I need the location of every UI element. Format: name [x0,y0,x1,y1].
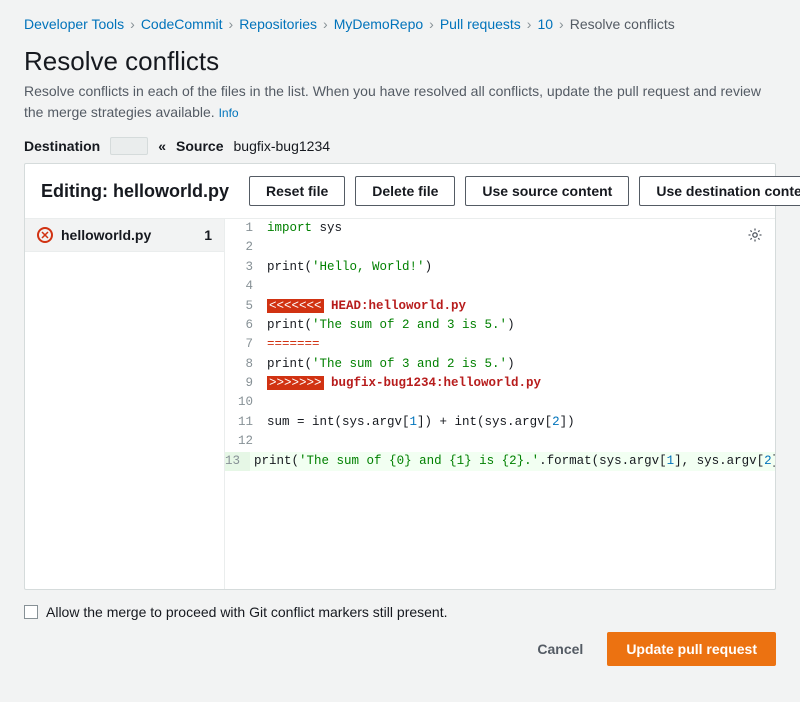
file-list-item[interactable]: ✕ helloworld.py 1 [25,219,224,252]
crumb-pull-requests[interactable]: Pull requests [440,16,521,32]
page-title: Resolve conflicts [24,46,776,77]
chevron-right-icon: › [323,16,328,32]
destination-label: Destination [24,138,100,154]
crumb-pr-number[interactable]: 10 [537,16,553,32]
chevron-right-icon: › [559,16,564,32]
delete-file-button[interactable]: Delete file [355,176,455,206]
crumb-mydemorepo[interactable]: MyDemoRepo [334,16,423,32]
editing-file-label: Editing: helloworld.py [41,181,229,202]
chevron-right-icon: › [130,16,135,32]
info-link[interactable]: Info [219,106,239,120]
source-branch: bugfix-bug1234 [234,138,331,154]
allow-markers-label: Allow the merge to proceed with Git conf… [46,604,448,620]
crumb-codecommit[interactable]: CodeCommit [141,16,223,32]
source-label: Source [176,138,223,154]
destination-branch-pill [110,137,148,155]
file-name: helloworld.py [61,227,196,243]
use-destination-button[interactable]: Use destination content [639,176,800,206]
card-header: Editing: helloworld.py Reset file Delete… [25,164,775,219]
breadcrumb: Developer Tools › CodeCommit › Repositor… [24,16,776,32]
chevron-right-icon: › [429,16,434,32]
chevron-right-icon: › [229,16,234,32]
branch-bar: Destination « Source bugfix-bug1234 [24,137,776,155]
crumb-current: Resolve conflicts [570,16,675,32]
use-source-button[interactable]: Use source content [465,176,629,206]
code-editor[interactable]: 1import sys 2 3print('Hello, World!') 4 … [225,219,775,589]
reset-file-button[interactable]: Reset file [249,176,345,206]
conflict-icon: ✕ [37,227,53,243]
conflict-count: 1 [204,227,212,243]
cancel-button[interactable]: Cancel [527,633,593,665]
conflict-editor-card: Editing: helloworld.py Reset file Delete… [24,163,776,590]
page-description: Resolve conflicts in each of the files i… [24,81,776,123]
merge-direction-icon: « [158,138,166,154]
crumb-developer-tools[interactable]: Developer Tools [24,16,124,32]
update-pull-request-button[interactable]: Update pull request [607,632,776,666]
crumb-repositories[interactable]: Repositories [239,16,317,32]
allow-markers-checkbox-row[interactable]: Allow the merge to proceed with Git conf… [24,604,776,620]
checkbox-icon[interactable] [24,605,38,619]
chevron-right-icon: › [527,16,532,32]
footer: Allow the merge to proceed with Git conf… [24,590,776,684]
file-sidebar: ✕ helloworld.py 1 [25,219,225,589]
gear-icon[interactable] [747,227,763,250]
